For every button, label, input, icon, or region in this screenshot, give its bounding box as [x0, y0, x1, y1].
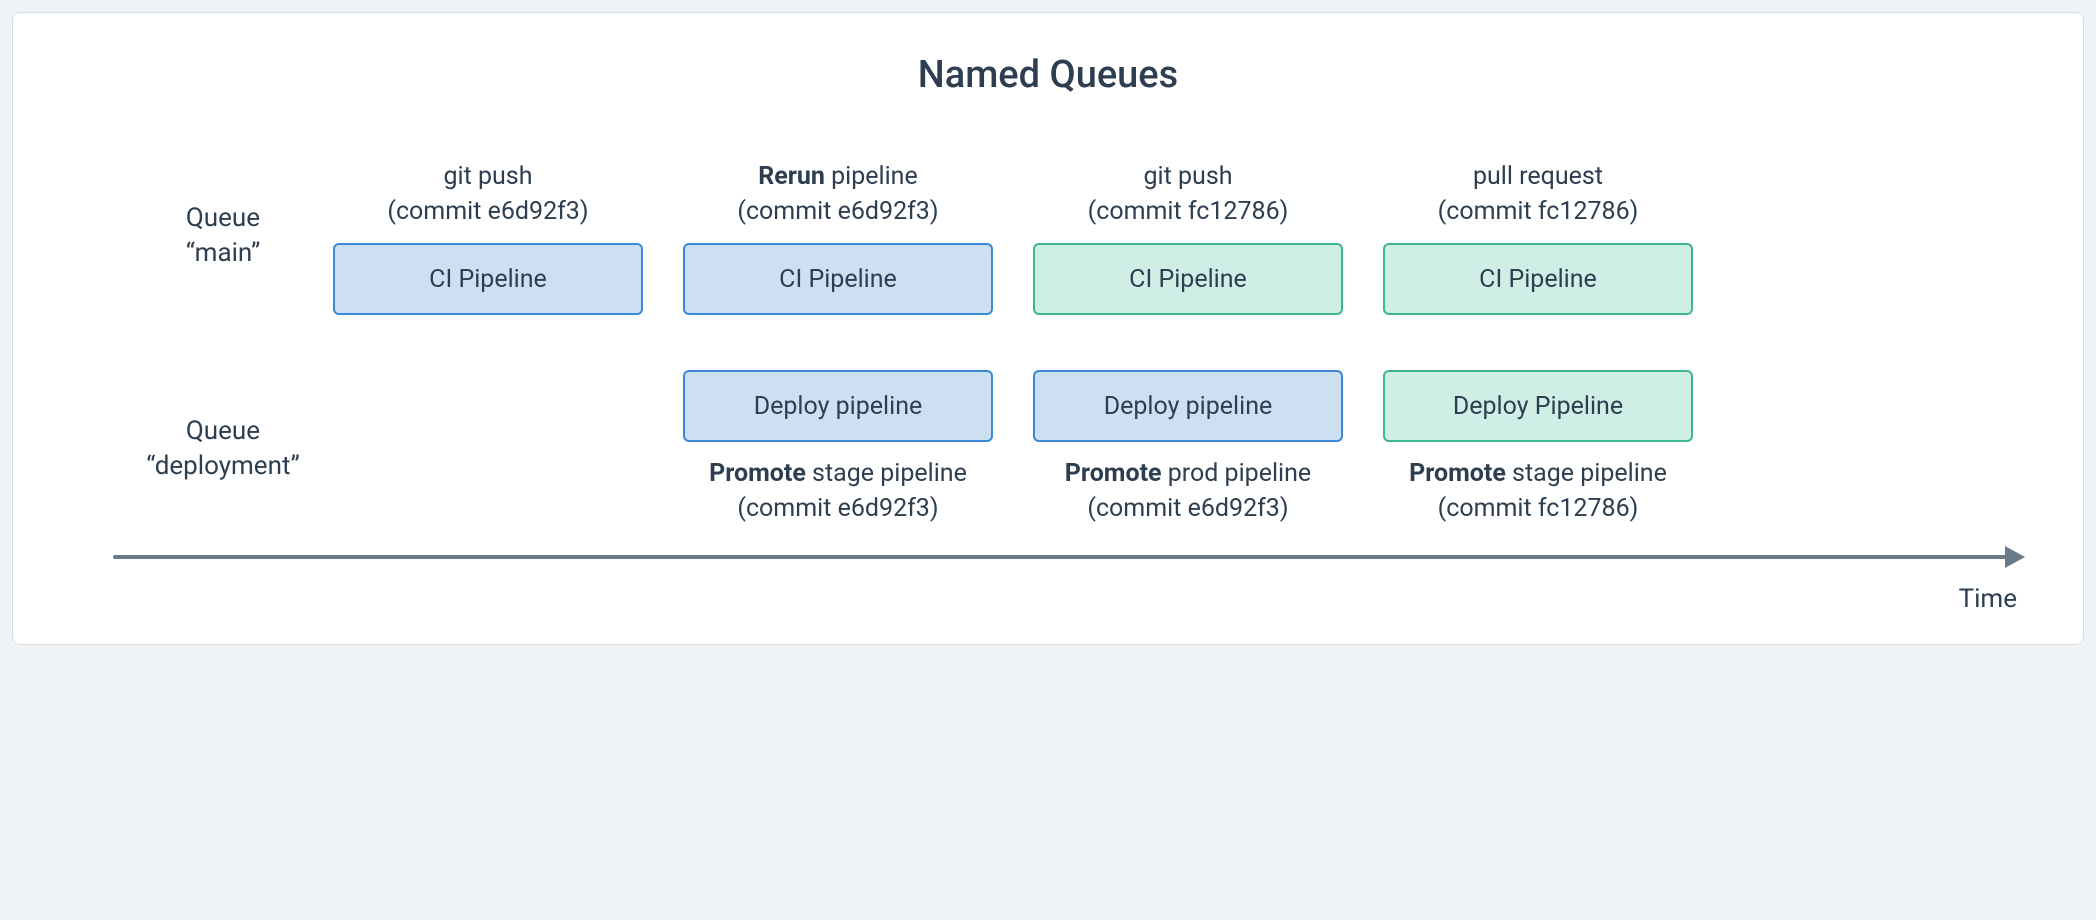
empty-placeholder [333, 370, 643, 442]
deployment-row-cells: Deploy pipeline Promote stage pipeline (co… [333, 370, 2023, 528]
time-axis [113, 548, 2023, 566]
main-cell-caption: git push (commit e6d92f3) [387, 157, 588, 229]
caption-text: git push [1144, 162, 1233, 191]
main-row-cells: git push(commit e6d92f3)CI PipelineRerun… [333, 157, 2023, 315]
deployment-cell: Deploy pipeline Promote prod pipeline (com… [1033, 370, 1343, 528]
caption-bold: Promote [1065, 459, 1162, 488]
caption-text: git push [443, 162, 532, 191]
deployment-cell-caption: Promote prod pipeline (commit e6d92f3) [1065, 456, 1311, 528]
caption-text: prod pipeline [1162, 459, 1312, 488]
axis-label: Time [113, 584, 2023, 614]
main-cell: git push (commit fc12786) CI Pipeline [1033, 157, 1343, 315]
deploy-pipeline-box: Deploy pipeline [683, 370, 993, 442]
main-cell-caption: Rerun pipeline (commit e6d92f3) [737, 157, 938, 229]
caption-commit: (commit e6d92f3) [709, 491, 967, 526]
ci-pipeline-box: CI Pipeline [683, 243, 993, 315]
caption-text: stage pipeline [1506, 459, 1667, 488]
axis-line [113, 555, 2013, 559]
queue-row-deployment: Queue “deployment” Deploy pipeline Promot… [113, 370, 2023, 528]
diagram-title: Named Queues [73, 53, 2023, 97]
row-label-main: Queue “main” [113, 201, 333, 271]
caption-text: pull request [1473, 162, 1603, 191]
row-label-main-line2: “main” [186, 238, 261, 268]
caption-text: pipeline [825, 162, 918, 191]
caption-bold: Promote [709, 459, 806, 488]
deployment-cell-caption: Promote stage pipeline (commit fc12786) [1409, 456, 1667, 528]
caption-commit: (commit e6d92f3) [1065, 491, 1311, 526]
caption-commit: (commit fc12786) [1088, 194, 1289, 229]
ci-pipeline-box: CI Pipeline [1383, 243, 1693, 315]
main-cell: Rerun pipeline (commit e6d92f3) CI Pipelin… [683, 157, 993, 315]
deployment-cell: Deploy Pipeline Promote stage pipeline (co… [1383, 370, 1693, 528]
ci-pipeline-box: CI Pipeline [1033, 243, 1343, 315]
caption-bold: Rerun [758, 162, 825, 191]
caption-commit: (commit fc12786) [1409, 491, 1667, 526]
row-label-deployment-line1: Queue [186, 416, 260, 446]
deploy-pipeline-box: Deploy pipeline [1033, 370, 1343, 442]
ci-pipeline-box: CI Pipeline [333, 243, 643, 315]
main-cell: git push (commit e6d92f3) CI Pipeline [333, 157, 643, 315]
queue-row-main: Queue “main” git push (commit e6d92f3) CI … [113, 157, 2023, 315]
deploy-pipeline-box: Deploy Pipeline [1383, 370, 1693, 442]
caption-bold: Promote [1409, 459, 1506, 488]
rows-wrapper: Queue “main” git push (commit e6d92f3) CI … [73, 157, 2023, 528]
deployment-cell: Deploy pipeline Promote stage pipeline (co… [683, 370, 993, 528]
arrow-right-icon [2005, 546, 2025, 568]
caption-commit: (commit fc12786) [1438, 194, 1639, 229]
axis-wrapper: Time [73, 548, 2023, 614]
main-cell: pull request (commit fc12786) CI Pipeline [1383, 157, 1693, 315]
deployment-cell [333, 370, 643, 528]
row-label-deployment: Queue “deployment” [113, 414, 333, 484]
row-label-main-line1: Queue [186, 203, 260, 233]
caption-commit: (commit e6d92f3) [387, 194, 588, 229]
deployment-cell-caption: Promote stage pipeline (commit e6d92f3) [709, 456, 967, 528]
caption-commit: (commit e6d92f3) [737, 194, 938, 229]
row-label-deployment-line2: “deployment” [146, 451, 300, 481]
main-cell-caption: git push (commit fc12786) [1088, 157, 1289, 229]
diagram-container: Named Queues Queue “main” git push (commi… [12, 12, 2084, 645]
caption-text: stage pipeline [806, 459, 967, 488]
main-cell-caption: pull request (commit fc12786) [1438, 157, 1639, 229]
